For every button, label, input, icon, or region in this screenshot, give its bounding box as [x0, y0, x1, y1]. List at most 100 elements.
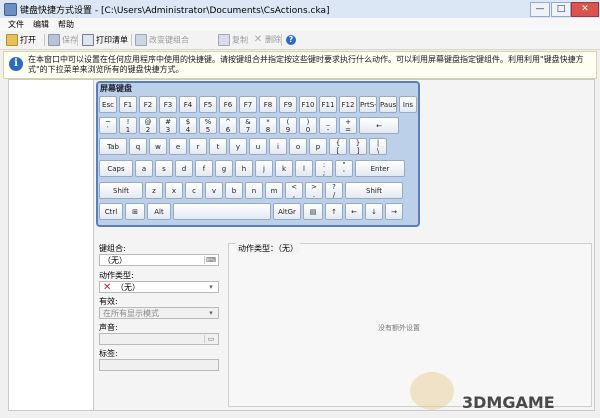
key-w[interactable]: w: [149, 138, 167, 155]
close-button[interactable]: ✕: [571, 2, 599, 17]
key-7[interactable]: & 7: [239, 117, 257, 134]
maximize-button[interactable]: □: [551, 2, 571, 17]
tag-field[interactable]: [99, 359, 219, 371]
key-z[interactable]: z: [145, 182, 163, 199]
key-f4[interactable]: F4: [179, 96, 197, 113]
key-bracket[interactable]: {[: [329, 138, 347, 155]
key-windows[interactable]: ⊞: [125, 203, 145, 220]
key-6[interactable]: ^ 6: [219, 117, 237, 134]
key-r[interactable]: r: [189, 138, 207, 155]
key-y[interactable]: y: [229, 138, 247, 155]
key-f9[interactable]: F9: [279, 96, 297, 113]
key-2[interactable]: @2: [139, 117, 157, 134]
key-f12[interactable]: F12: [339, 96, 357, 113]
valid-mode-select[interactable]: 在所有显示模式 ▾: [99, 307, 219, 319]
key-s[interactable]: s: [155, 160, 173, 177]
action-type-select[interactable]: ✕ （无） ▾: [99, 281, 219, 293]
key-esc[interactable]: Esc: [99, 96, 117, 113]
key-bracket[interactable]: | \: [369, 138, 387, 155]
key-altgr[interactable]: AltGr: [273, 203, 301, 220]
key-n[interactable]: n: [245, 182, 263, 199]
key-m[interactable]: m: [265, 182, 283, 199]
key-backspace[interactable]: ←: [359, 117, 399, 134]
key-shift-right[interactable]: Shift: [345, 182, 403, 199]
key-g[interactable]: g: [215, 160, 233, 177]
help-button[interactable]: ?: [286, 34, 298, 46]
key-f2[interactable]: F2: [139, 96, 157, 113]
key-shift-left[interactable]: Shift: [99, 182, 143, 199]
menu-file[interactable]: 文件: [8, 19, 24, 30]
key-arrow-right[interactable]: →: [385, 203, 403, 220]
key-q[interactable]: q: [129, 138, 147, 155]
key-punct[interactable]: >.: [305, 182, 323, 199]
key-punct[interactable]: ? /: [325, 182, 343, 199]
keyboard-picker-icon[interactable]: ⌨: [204, 256, 217, 264]
key-9[interactable]: (9: [279, 117, 297, 134]
open-button[interactable]: 打开: [6, 34, 36, 46]
key-1[interactable]: ! 1: [119, 117, 137, 134]
key-caps-lock[interactable]: Caps: [99, 160, 133, 177]
key-arrow-left[interactable]: ←: [345, 203, 363, 220]
key-tab[interactable]: Tab: [99, 138, 127, 155]
key-e[interactable]: e: [169, 138, 187, 155]
key-combo-field[interactable]: （无） ⌨: [99, 254, 219, 266]
key-sym[interactable]: + =: [339, 117, 357, 134]
key-prts[interactable]: PrtS-: [359, 96, 377, 113]
key-0[interactable]: ) 0: [299, 117, 317, 134]
key-alt[interactable]: Alt: [147, 203, 171, 220]
key-5[interactable]: % 5: [199, 117, 217, 134]
key-menu[interactable]: ▤: [303, 203, 323, 220]
key-j[interactable]: j: [255, 160, 273, 177]
key-f3[interactable]: F3: [159, 96, 177, 113]
key-o[interactable]: o: [289, 138, 307, 155]
sound-field[interactable]: ▭: [99, 333, 219, 345]
delete-button[interactable]: ✕ 删除: [253, 34, 281, 46]
key-c[interactable]: c: [185, 182, 203, 199]
key-punct[interactable]: <,: [285, 182, 303, 199]
key-a[interactable]: a: [135, 160, 153, 177]
menu-edit[interactable]: 编辑: [33, 19, 49, 30]
key-punct[interactable]: " ': [335, 160, 353, 177]
key-enter[interactable]: Enter: [355, 160, 405, 177]
key-arrow-up[interactable]: ↑: [325, 203, 343, 220]
key-f7[interactable]: F7: [239, 96, 257, 113]
key-p[interactable]: p: [309, 138, 327, 155]
key-bracket[interactable]: }]: [349, 138, 367, 155]
key-f6[interactable]: F6: [219, 96, 237, 113]
save-button[interactable]: 保存: [48, 34, 78, 46]
print-list-button[interactable]: 打印清单: [82, 34, 128, 46]
browse-folder-icon[interactable]: ▭: [204, 335, 217, 343]
key-sym[interactable]: ~ `: [99, 117, 117, 134]
key-ins[interactable]: Ins: [399, 96, 417, 113]
key-i[interactable]: i: [269, 138, 287, 155]
key-d[interactable]: d: [175, 160, 193, 177]
minimize-button[interactable]: —: [530, 2, 550, 17]
key-u[interactable]: u: [249, 138, 267, 155]
key-arrow-down[interactable]: ↓: [365, 203, 383, 220]
key-space[interactable]: [173, 203, 271, 220]
key-8[interactable]: * 8: [259, 117, 277, 134]
key-3[interactable]: #3: [159, 117, 177, 134]
key-f10[interactable]: F10: [299, 96, 317, 113]
change-combo-button[interactable]: 改变键组合: [135, 34, 189, 46]
key-x[interactable]: x: [165, 182, 183, 199]
key-4[interactable]: $4: [179, 117, 197, 134]
key-f[interactable]: f: [195, 160, 213, 177]
shortcut-list-pane[interactable]: [8, 79, 94, 411]
key-t[interactable]: t: [209, 138, 227, 155]
copy-button[interactable]: 复制: [218, 34, 248, 46]
key-paus[interactable]: Paus: [379, 96, 397, 113]
menu-help[interactable]: 帮助: [58, 19, 74, 30]
key-v[interactable]: v: [205, 182, 223, 199]
key-b[interactable]: b: [225, 182, 243, 199]
key-f1[interactable]: F1: [119, 96, 137, 113]
key-sym[interactable]: _ -: [319, 117, 337, 134]
key-punct[interactable]: :;: [315, 160, 333, 177]
key-h[interactable]: h: [235, 160, 253, 177]
key-f5[interactable]: F5: [199, 96, 217, 113]
key-f11[interactable]: F11: [319, 96, 337, 113]
key-l[interactable]: l: [295, 160, 313, 177]
key-f8[interactable]: F8: [259, 96, 277, 113]
key-k[interactable]: k: [275, 160, 293, 177]
key-ctrl[interactable]: Ctrl: [99, 203, 123, 220]
